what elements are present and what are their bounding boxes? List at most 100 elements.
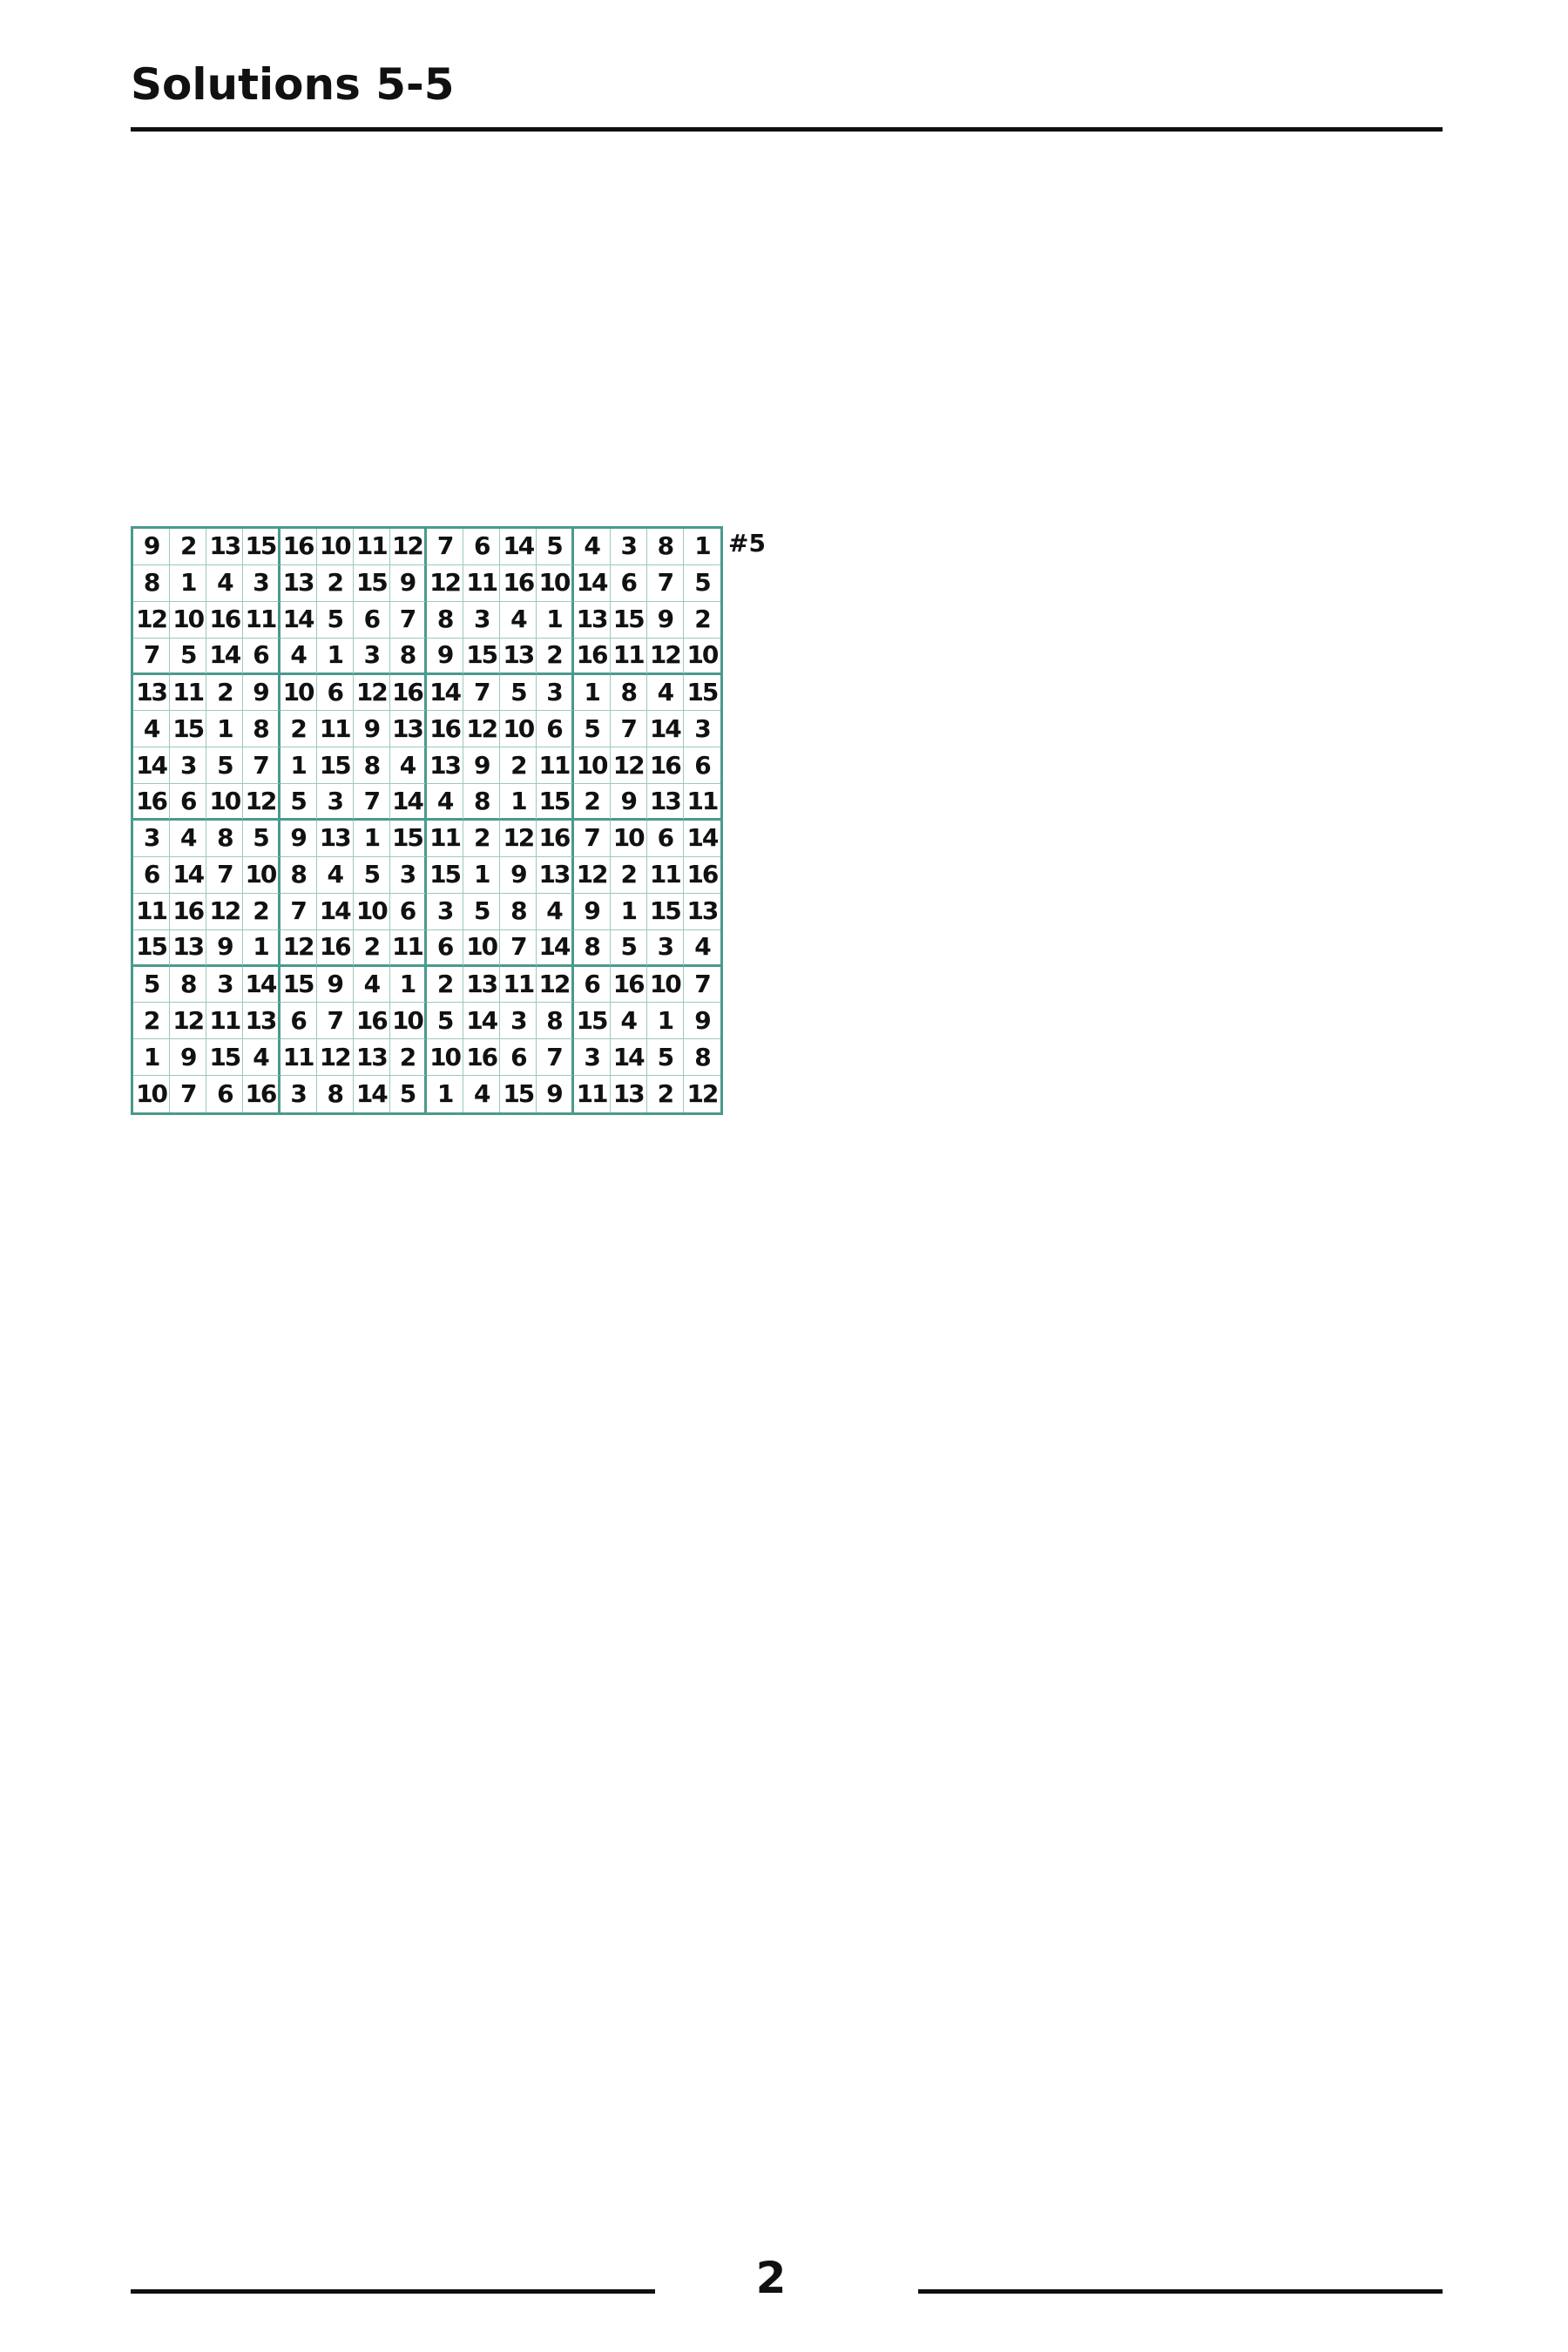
grid-cell: 8 xyxy=(170,966,207,1004)
grid-cell: 7 xyxy=(463,674,501,712)
grid-cell: 9 xyxy=(389,564,427,602)
grid-cell: 5 xyxy=(427,1003,464,1040)
grid-cell: 10 xyxy=(353,893,390,930)
grid-cell: 15 xyxy=(243,529,280,565)
grid-cell: 9 xyxy=(206,929,244,967)
grid-cell: 4 xyxy=(573,529,611,565)
grid-cell: 10 xyxy=(683,639,720,675)
grid-cell: 13 xyxy=(683,894,720,930)
grid-cell: 1 xyxy=(500,784,537,821)
grid-cell: 11 xyxy=(206,1003,244,1040)
grid-cell: 12 xyxy=(280,929,317,967)
grid-cell: 13 xyxy=(389,711,427,748)
grid-cell: 10 xyxy=(646,966,684,1004)
grid-cell: 14 xyxy=(573,564,611,602)
grid-cell: 5 xyxy=(537,529,574,565)
grid-cell: 1 xyxy=(170,564,207,602)
grid-cell: 16 xyxy=(316,929,354,967)
grid-cell: 11 xyxy=(646,856,684,894)
grid-cell: 6 xyxy=(353,601,390,639)
grid-cell: 5 xyxy=(170,638,207,675)
grid-cell: 10 xyxy=(280,674,317,712)
grid-cell: 16 xyxy=(170,893,207,930)
grid-cell: 16 xyxy=(280,529,317,565)
grid-cell: 12 xyxy=(537,966,574,1004)
grid-cell: 11 xyxy=(427,821,464,857)
grid-cell: 10 xyxy=(537,564,574,602)
grid-cell: 16 xyxy=(353,1003,390,1040)
grid-cell: 11 xyxy=(280,1039,317,1077)
grid-cell: 7 xyxy=(280,893,317,930)
grid-cell: 6 xyxy=(646,821,684,857)
grid-cell: 8 xyxy=(537,1003,574,1040)
grid-cell: 13 xyxy=(353,1039,390,1077)
grid-cell: 2 xyxy=(316,564,354,602)
grid-cell: 12 xyxy=(389,529,427,565)
grid-cell: 3 xyxy=(610,529,647,565)
grid-cell: 11 xyxy=(353,529,390,565)
grid-cell: 9 xyxy=(537,1076,574,1112)
grid-cell: 4 xyxy=(683,930,720,967)
grid-cell: 16 xyxy=(133,784,171,821)
grid-cell: 1 xyxy=(463,856,501,894)
grid-cell: 9 xyxy=(610,784,647,821)
grid-cell: 16 xyxy=(610,966,647,1004)
grid-cell: 13 xyxy=(316,821,354,857)
grid-cell: 11 xyxy=(683,784,720,821)
grid-cell: 2 xyxy=(537,638,574,675)
grid-cell: 3 xyxy=(683,711,720,748)
grid-cell: 9 xyxy=(353,711,390,748)
grid-cell: 4 xyxy=(133,711,171,748)
grid-cell: 1 xyxy=(353,821,390,857)
grid-cell: 3 xyxy=(353,638,390,675)
grid-cell: 2 xyxy=(353,929,390,967)
grid-cell: 4 xyxy=(243,1039,280,1077)
grid-cell: 7 xyxy=(683,967,720,1004)
grid-cell: 3 xyxy=(316,784,354,821)
grid-cell: 14 xyxy=(646,711,684,748)
grid-cell: 13 xyxy=(537,856,574,894)
grid-cell: 12 xyxy=(170,1003,207,1040)
grid-cell: 13 xyxy=(206,529,244,565)
grid-cell: 7 xyxy=(133,638,171,675)
grid-cell: 1 xyxy=(683,529,720,565)
grid-cell: 1 xyxy=(280,747,317,785)
grid-cell: 8 xyxy=(463,784,501,821)
grid-cell: 4 xyxy=(537,893,574,930)
grid-cell: 13 xyxy=(427,747,464,785)
grid-cell: 3 xyxy=(206,966,244,1004)
grid-cell: 14 xyxy=(206,638,244,675)
grid-cell: 9 xyxy=(573,893,611,930)
grid-cell: 3 xyxy=(500,1003,537,1040)
page-title: Solutions 5-5 xyxy=(131,59,455,110)
grid-cell: 5 xyxy=(243,821,280,857)
grid-cell: 2 xyxy=(170,529,207,565)
grid-cell: 8 xyxy=(280,856,317,894)
grid-cell: 1 xyxy=(573,674,611,712)
grid-cell: 15 xyxy=(646,893,684,930)
grid-cell: 9 xyxy=(133,529,171,565)
grid-cell: 3 xyxy=(463,601,501,639)
grid-cell: 12 xyxy=(353,674,390,712)
grid-cell: 4 xyxy=(170,821,207,857)
grid-cell: 12 xyxy=(573,856,611,894)
grid-cell: 7 xyxy=(573,821,611,857)
grid-cell: 7 xyxy=(353,784,390,821)
grid-cell: 8 xyxy=(610,674,647,712)
grid-cell: 7 xyxy=(500,929,537,967)
grid-cell: 1 xyxy=(243,929,280,967)
grid-cell: 2 xyxy=(610,856,647,894)
grid-cell: 5 xyxy=(463,893,501,930)
grid-cell: 8 xyxy=(683,1039,720,1077)
grid-cell: 2 xyxy=(243,893,280,930)
grid-cell: 4 xyxy=(353,966,390,1004)
grid-cell: 9 xyxy=(316,966,354,1004)
grid-cell: 16 xyxy=(243,1076,280,1112)
grid-cell: 16 xyxy=(646,747,684,785)
grid-cell: 8 xyxy=(206,821,244,857)
grid-cell: 9 xyxy=(243,674,280,712)
grid-cell: 2 xyxy=(463,821,501,857)
grid-cell: 2 xyxy=(427,966,464,1004)
grid-cell: 14 xyxy=(389,784,427,821)
grid-cell: 5 xyxy=(133,966,171,1004)
